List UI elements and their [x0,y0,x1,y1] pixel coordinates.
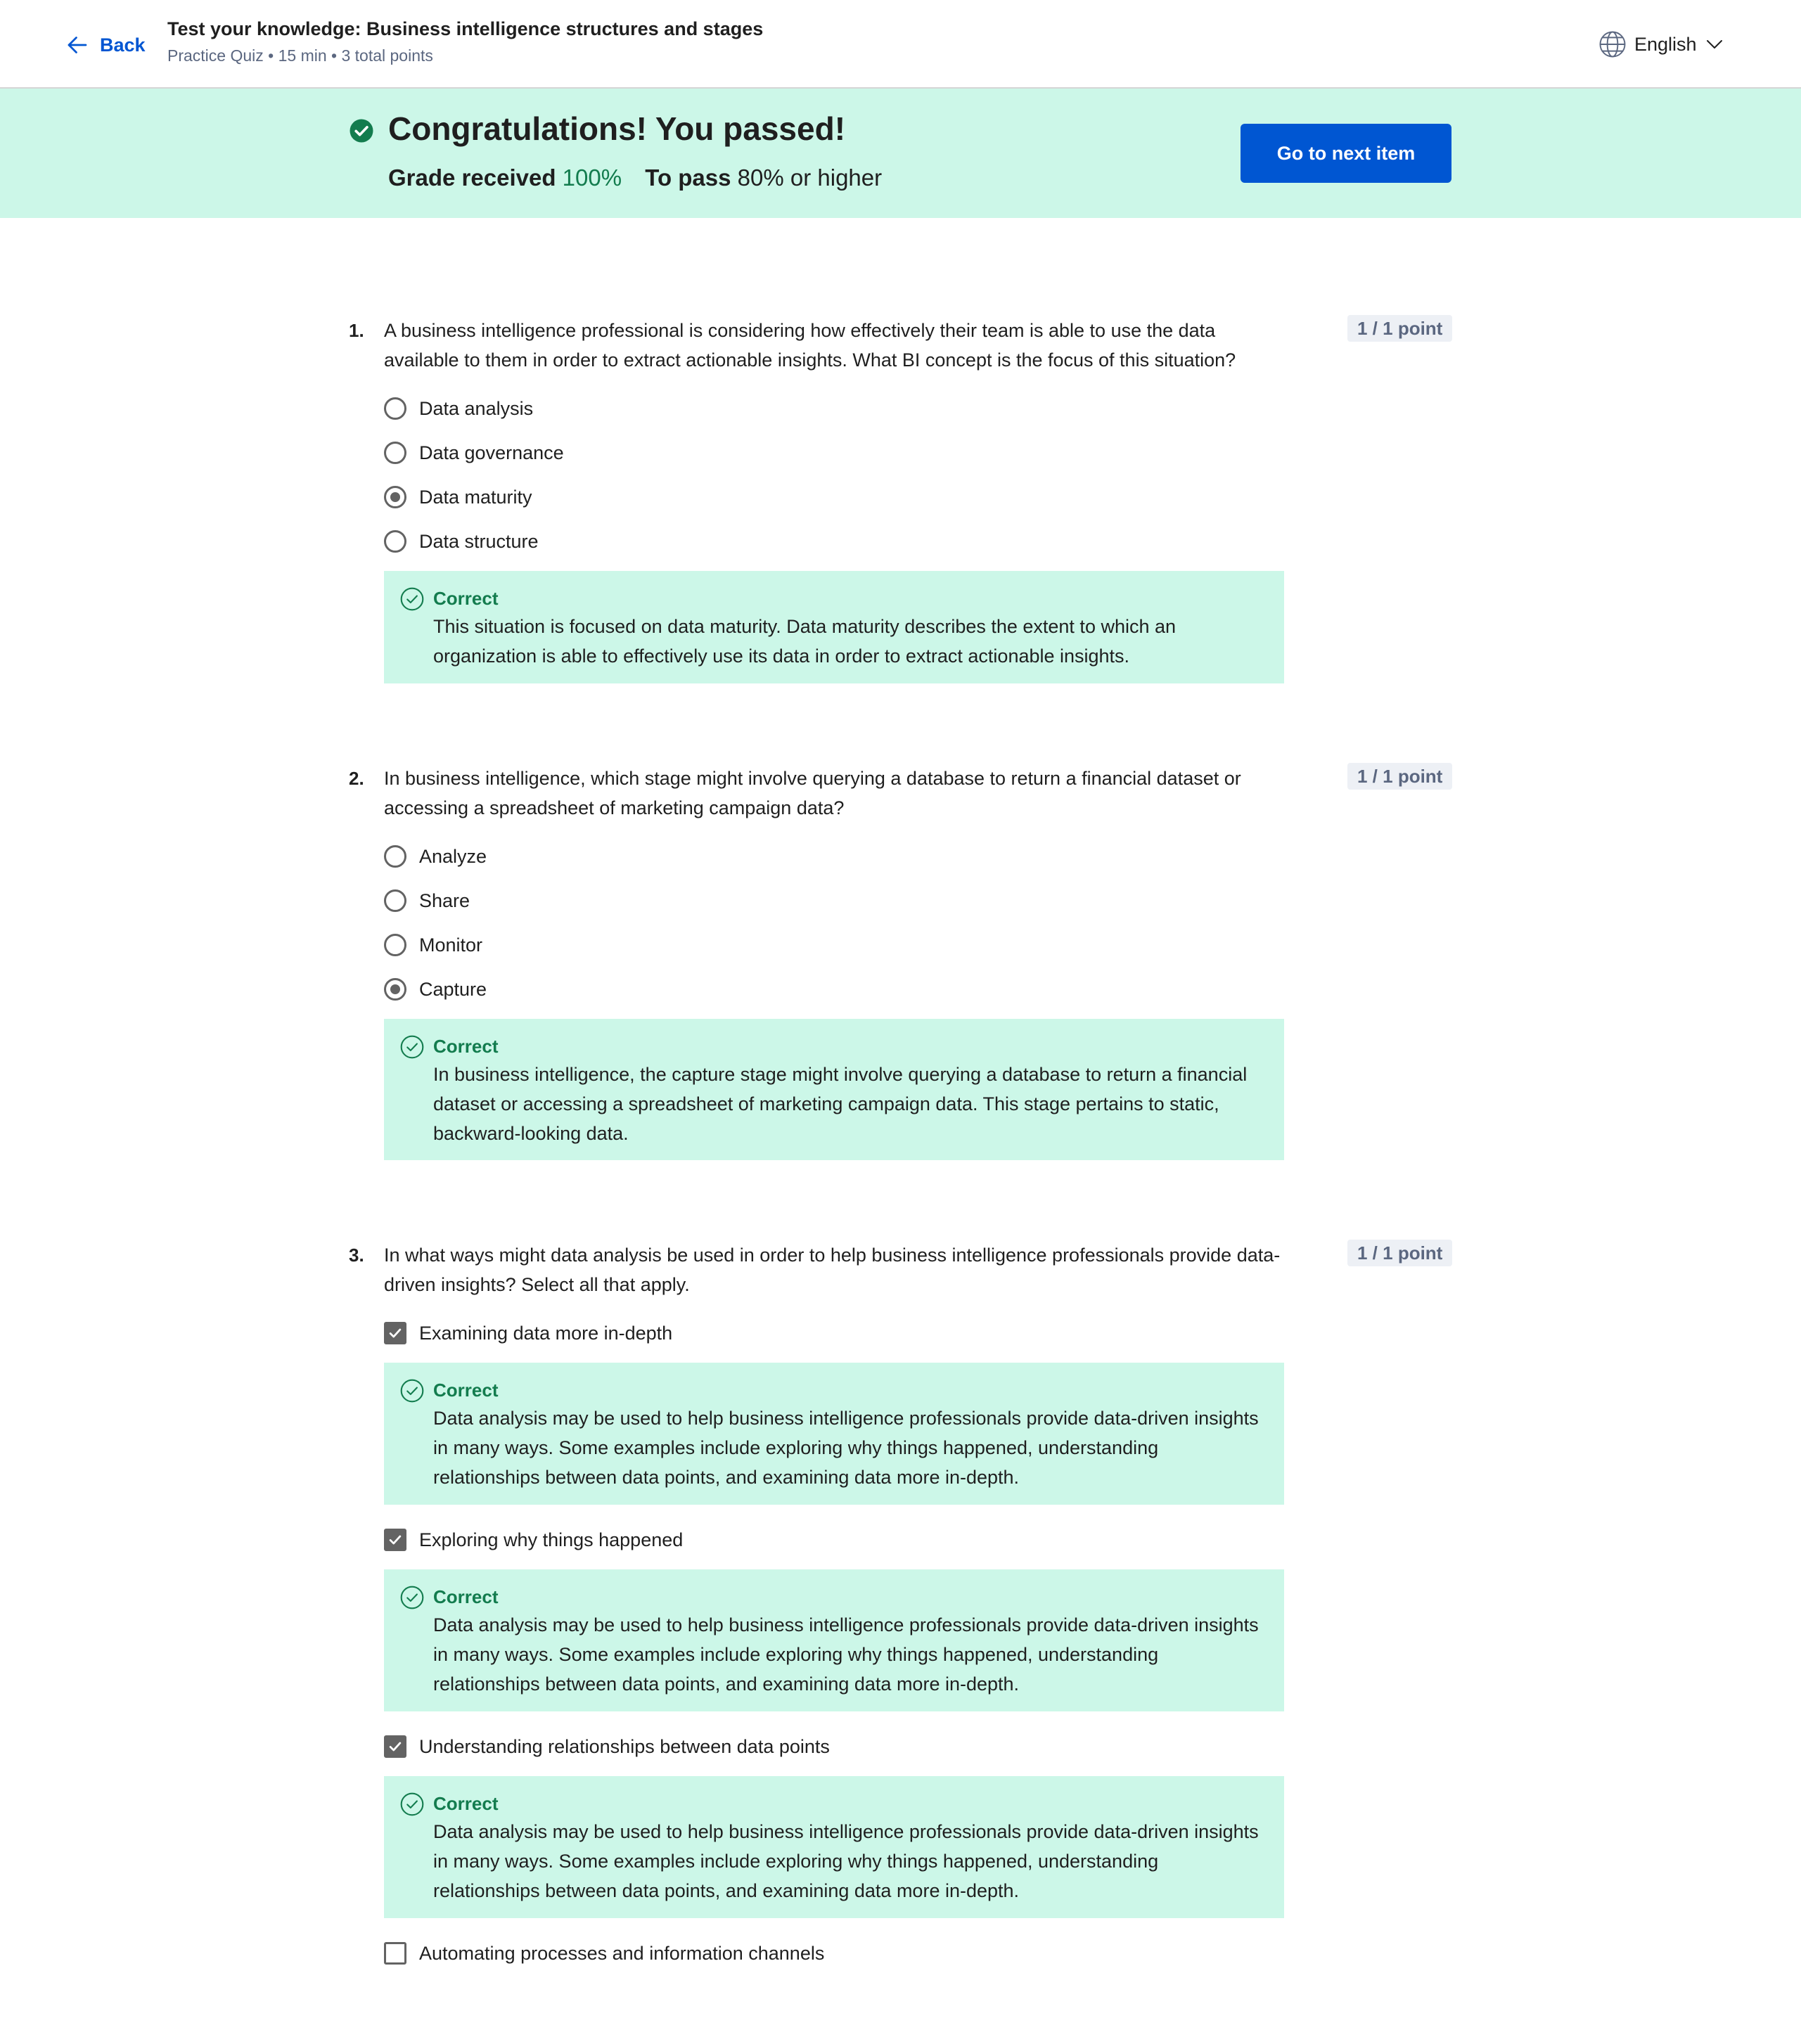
option-radio[interactable]: Analyze [384,842,487,870]
radio-button-selected-icon [384,486,406,508]
check-circle-icon [400,1035,424,1059]
feedback-correct: Correct In business intelligence, the ca… [384,1019,1284,1160]
radio-button-icon [384,442,406,464]
pass-banner: Congratulations! You passed! Grade recei… [0,89,1801,218]
question-number: 3. [349,1245,364,1266]
option-radio[interactable]: Data analysis [384,394,533,423]
option-checkbox-checked[interactable]: Examining data more in-depth [384,1319,672,1347]
feedback-text: In business intelligence, the capture st… [433,1064,1248,1144]
grade-summary: Grade received 100% To pass 80% or highe… [388,165,882,191]
feedback-correct: Correct This situation is focused on dat… [384,571,1284,683]
question-number: 2. [349,768,364,789]
check-circle-icon [400,1379,424,1403]
option-radio-selected[interactable]: Data maturity [384,483,532,511]
option-label: Exploring why things happened [419,1529,684,1550]
feedback-label: Correct [433,588,499,609]
option-label: Data analysis [419,397,534,419]
feedback-text: Data analysis may be used to help busine… [433,1408,1259,1488]
chevron-down-icon [1706,40,1722,49]
arrow-left-icon [68,37,87,53]
option-radio[interactable]: Data structure [384,527,539,555]
go-to-next-item-button[interactable]: Go to next item [1241,124,1451,183]
feedback-correct: Correct Data analysis may be used to hel… [384,1569,1284,1711]
back-button[interactable]: Back [65,30,146,60]
radio-button-icon [384,934,406,956]
check-circle-filled-icon [350,119,373,143]
language-label: English [1634,33,1697,55]
option-radio[interactable]: Share [384,887,470,915]
question-number: 1. [349,320,364,341]
feedback-text: Data analysis may be used to help busine… [433,1821,1259,1901]
pass-threshold-value: 80% or higher [737,165,883,191]
option-checkbox-checked[interactable]: Understanding relationships between data… [384,1733,830,1761]
checkbox-checked-icon [384,1529,406,1551]
check-circle-icon [400,587,424,611]
option-label: Data structure [419,530,539,552]
pass-title: Congratulations! You passed! [388,110,846,147]
question-text: In business intelligence, which stage mi… [384,768,1241,818]
feedback-label: Correct [433,1380,499,1401]
feedback-correct: Correct Data analysis may be used to hel… [384,1363,1284,1505]
option-radio-selected[interactable]: Capture [384,975,487,1003]
quiz-title: Test your knowledge: Business intelligen… [167,18,764,39]
points-badge: 1 / 1 point [1347,763,1453,790]
radio-button-selected-icon [384,978,406,1001]
language-selector[interactable]: English [1598,28,1725,60]
globe-icon [1599,31,1626,58]
points-badge: 1 / 1 point [1347,1240,1453,1266]
feedback-text: Data analysis may be used to help busine… [433,1614,1259,1695]
option-label: Examining data more in-depth [419,1322,673,1344]
option-checkbox[interactable]: Automating processes and information cha… [384,1939,824,1967]
back-label: Back [100,34,146,56]
option-label: Understanding relationships between data… [419,1735,830,1757]
checkbox-checked-icon [384,1322,406,1344]
feedback-correct: Correct Data analysis may be used to hel… [384,1776,1284,1918]
option-label: Automating processes and information cha… [419,1942,825,1964]
checkbox-icon [384,1942,406,1965]
radio-button-icon [384,530,406,553]
option-radio[interactable]: Data governance [384,439,564,467]
option-radio[interactable]: Monitor [384,931,482,959]
quiz-meta: Practice Quiz • 15 min • 3 total points [167,46,433,65]
option-label: Data maturity [419,486,532,508]
option-checkbox-checked[interactable]: Exploring why things happened [384,1526,683,1554]
check-circle-icon [400,1792,424,1816]
radio-button-icon [384,397,406,420]
radio-button-icon [384,845,406,868]
option-label: Share [419,889,470,911]
quiz-header: Back Test your knowledge: Business intel… [0,0,1801,89]
points-badge: 1 / 1 point [1347,315,1453,342]
question-text: A business intelligence professional is … [384,320,1236,371]
grade-value: 100% [562,165,622,191]
pass-threshold-label: To pass [645,165,731,191]
grade-label: Grade received [388,165,556,191]
question-text: In what ways might data analysis be used… [384,1245,1281,1295]
checkbox-checked-icon [384,1735,406,1758]
option-label: Capture [419,978,487,1000]
feedback-label: Correct [433,1036,499,1057]
feedback-label: Correct [433,1793,499,1814]
option-label: Monitor [419,934,483,956]
radio-button-icon [384,889,406,912]
option-label: Analyze [419,845,487,867]
feedback-label: Correct [433,1586,499,1607]
option-label: Data governance [419,442,564,463]
feedback-text: This situation is focused on data maturi… [433,616,1177,667]
check-circle-icon [400,1586,424,1609]
